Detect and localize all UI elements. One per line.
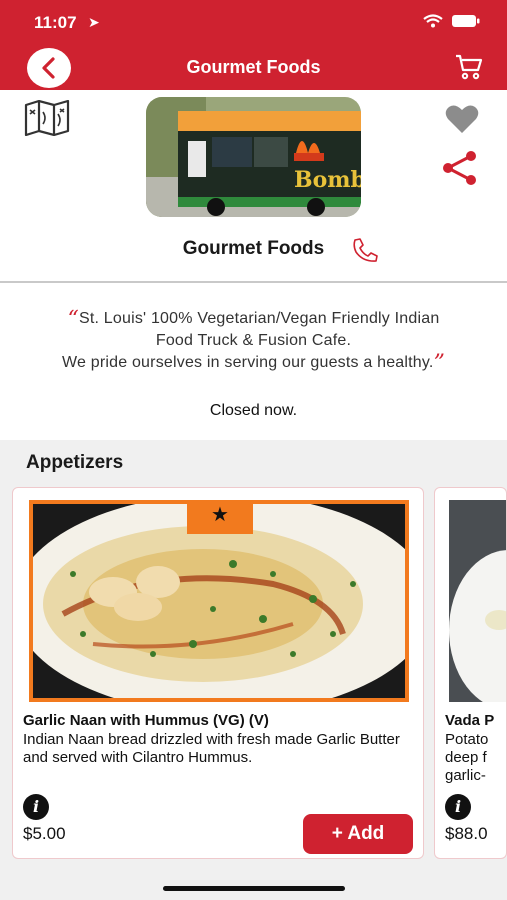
status-indicators [423,14,481,28]
truck-sign-text: Bomba [294,167,361,193]
food-truck-illustration: Bomba [146,97,361,217]
item-price: $88.0 [445,824,488,843]
description-line-1: “St. Louis' 100% Vegetarian/Vegan Friend… [67,307,440,332]
cart-button[interactable] [455,54,483,85]
food-truck-photo: Bomba [146,97,361,217]
call-button[interactable] [351,237,379,268]
menu-item-card[interactable]: Vada P Potato deep f garlic- i $88.0 [434,487,507,859]
description-line-3: We pride ourselves in serving our guests… [61,351,446,376]
menu-section: Appetizers ★ Garlic Naan with Hummus (VG… [0,440,507,900]
item-name: Vada P [445,712,495,729]
page-title: Gourmet Foods [186,57,321,77]
top-bar: 11:07 ➤ Gourmet Foods [0,0,507,90]
favorite-button[interactable] [445,104,479,139]
section-title: Appetizers [26,452,124,473]
item-description: Potato deep f garlic- [445,731,489,784]
item-photo [449,500,506,710]
vendor-description: “St. Louis' 100% Vegetarian/Vegan Friend… [0,292,507,440]
vendor-header: Bomba Gourmet Foods [0,90,507,283]
item-description: Indian Naan bread drizzled with fresh ma… [23,731,400,766]
featured-badge: ★ [187,500,253,534]
item-name: Garlic Naan with Hummus (VG) (V) [23,712,269,729]
menu-item-card[interactable]: ★ Garlic Naan with Hummus (VG) (V) India… [12,487,424,859]
home-indicator[interactable] [163,886,345,891]
location-arrow-icon: ➤ [88,14,100,30]
phone-icon [353,238,378,262]
share-icon [443,151,476,185]
battery-icon [452,15,480,27]
description-line-2: Food Truck & Fusion Cafe. [155,332,352,349]
item-photo-frame: ★ [13,494,423,714]
vendor-name: Gourmet Foods [182,238,325,259]
status-time: 11:07 [34,13,77,32]
map-icon [24,99,70,137]
wifi-icon [423,14,443,28]
item-price: $5.00 [23,824,66,843]
open-status: Closed now. [209,402,298,419]
heart-icon [445,105,479,133]
info-icon[interactable]: i [445,794,471,820]
share-button[interactable] [441,150,479,191]
map-button[interactable] [24,99,70,141]
plate-illustration [449,500,506,710]
info-icon[interactable]: i [23,794,49,820]
close-quote: ” [433,351,446,376]
open-quote: “ [67,307,79,332]
add-button[interactable]: + Add [303,814,413,854]
cart-icon [456,54,483,80]
